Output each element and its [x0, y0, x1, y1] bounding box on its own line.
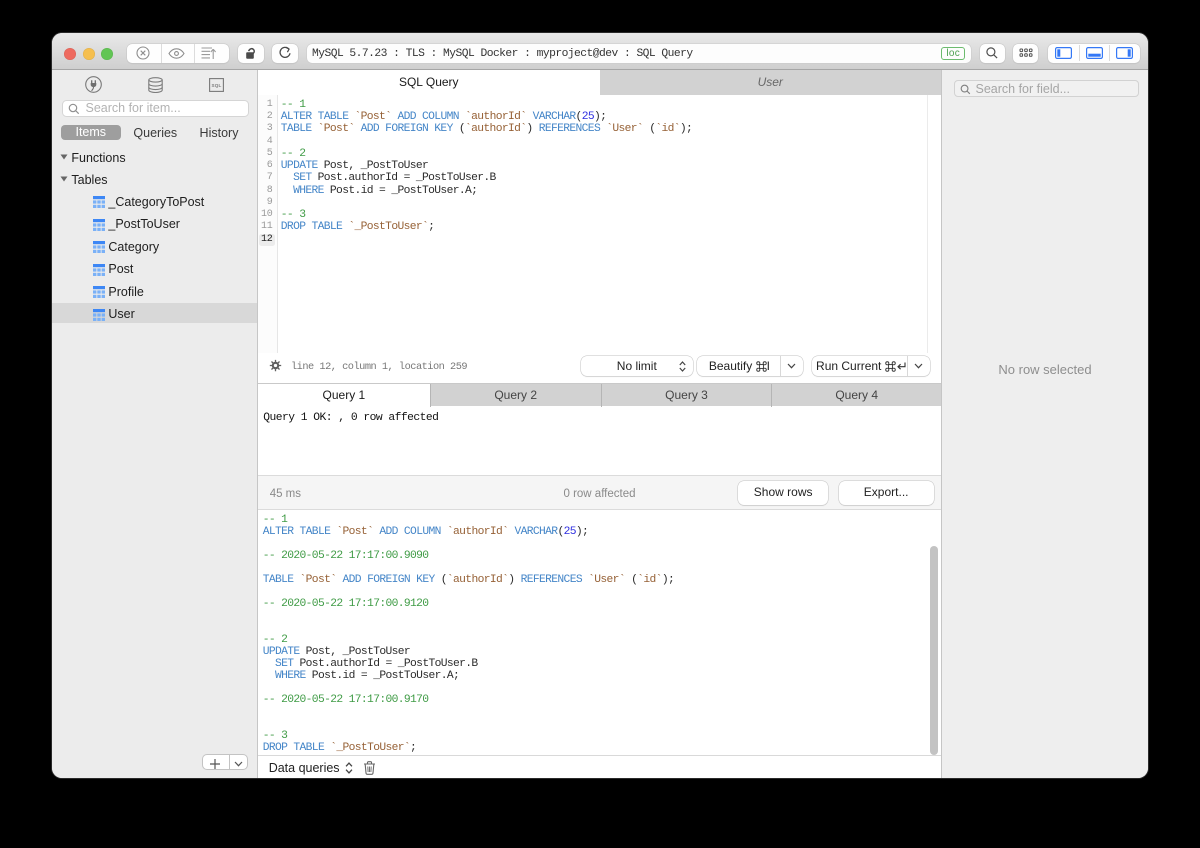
svg-text:SQL: SQL	[211, 83, 221, 88]
